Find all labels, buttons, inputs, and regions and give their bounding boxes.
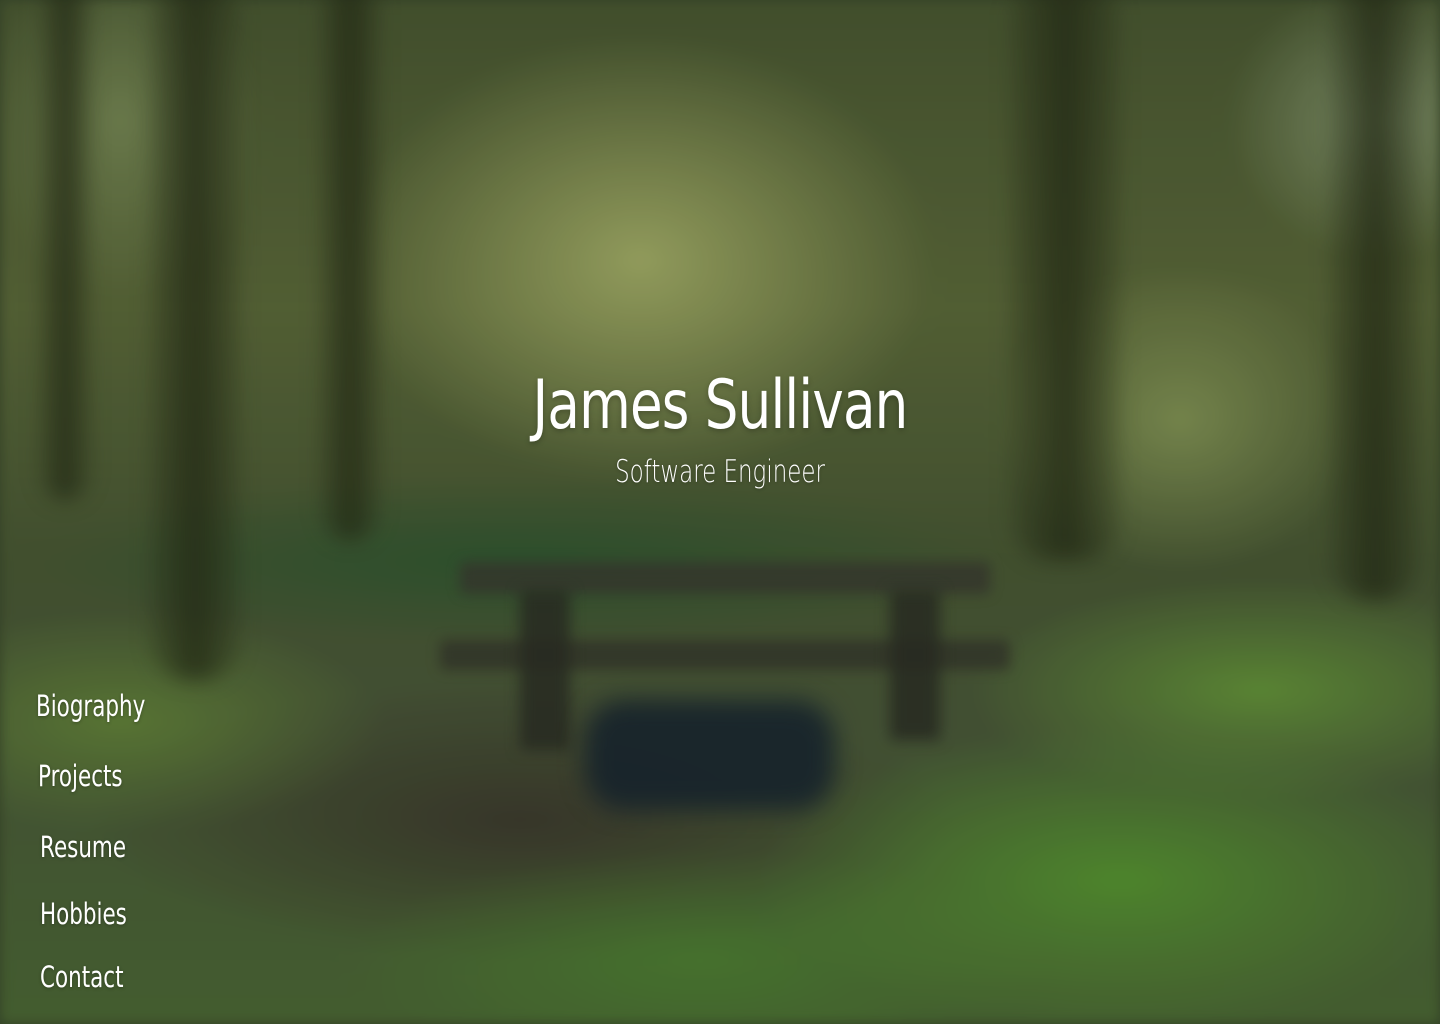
nav-item-biography[interactable]: Biography <box>36 686 145 726</box>
nav-item-hobbies[interactable]: Hobbies <box>40 894 127 934</box>
nav-item-resume[interactable]: Resume <box>40 827 126 867</box>
hero-section: James Sullivan Software Engineer Biograp… <box>0 0 1440 1024</box>
hero-title-block: James Sullivan Software Engineer <box>0 360 1440 492</box>
page-subtitle: Software Engineer <box>615 454 825 490</box>
nav-item-contact[interactable]: Contact <box>40 957 123 997</box>
background-overlay <box>0 0 1440 1024</box>
nav-item-projects[interactable]: Projects <box>38 756 123 796</box>
page-title: James Sullivan <box>532 366 908 445</box>
